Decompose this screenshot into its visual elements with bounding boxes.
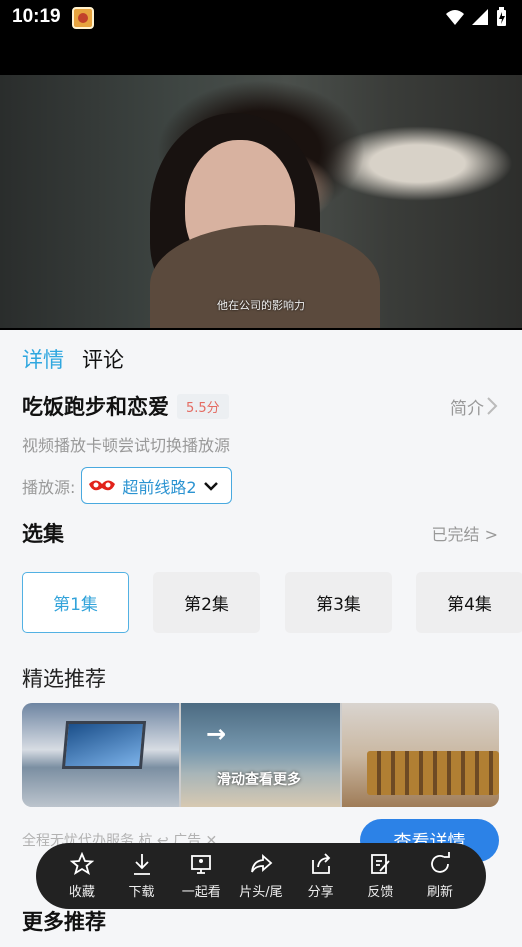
featured-banner[interactable]: 滑动查看更多 bbox=[22, 703, 499, 807]
swipe-more-text: 滑动查看更多 bbox=[217, 772, 301, 788]
watch-together-label: 一起看 bbox=[181, 885, 221, 900]
chevron-right-icon bbox=[487, 397, 498, 415]
episode-1-button[interactable]: 第1集 bbox=[22, 572, 129, 633]
mask-icon bbox=[89, 480, 116, 490]
score-badge: 5.5分 bbox=[177, 393, 229, 419]
signal-icon bbox=[472, 9, 488, 25]
share-icon bbox=[311, 853, 330, 874]
intro-outro-label: 片头/尾 bbox=[239, 885, 283, 900]
source-value: 超前线路2 bbox=[122, 477, 197, 497]
tab-comments[interactable]: 评论 bbox=[82, 344, 124, 374]
swipe-arrow-icon: → bbox=[206, 720, 227, 748]
status-time: 10:19 bbox=[12, 6, 61, 27]
banner-city-image[interactable] bbox=[181, 703, 340, 807]
watch-together-button[interactable]: 一起看 bbox=[175, 852, 227, 900]
episode-list[interactable]: 第1集 第2集 第3集 第4集 bbox=[22, 572, 522, 634]
source-row: 播放源: 超前线路2 bbox=[22, 467, 233, 504]
episodes-header: 选集 已完结 > bbox=[22, 518, 498, 548]
battery-charging-icon bbox=[497, 7, 506, 26]
intro-label: 简介 bbox=[450, 398, 484, 419]
feedback-label: 反馈 bbox=[367, 885, 394, 900]
episode-2-button[interactable]: 第2集 bbox=[153, 572, 260, 633]
watch-together-icon bbox=[191, 855, 212, 874]
feedback-icon bbox=[371, 854, 391, 874]
wifi-icon bbox=[446, 10, 464, 25]
download-label: 下载 bbox=[128, 885, 155, 900]
video-title: 吃饭跑步和恋爱 bbox=[22, 395, 169, 419]
refresh-button[interactable]: 刷新 bbox=[414, 852, 466, 900]
source-select[interactable]: 超前线路2 bbox=[81, 467, 233, 504]
favorite-label: 收藏 bbox=[68, 885, 95, 900]
favorite-button[interactable]: 收藏 bbox=[56, 852, 108, 900]
refresh-label: 刷新 bbox=[427, 885, 454, 900]
intro-link[interactable]: 简介 bbox=[450, 394, 498, 419]
share-arrow-icon bbox=[251, 854, 273, 873]
laptop-icon bbox=[61, 721, 147, 769]
share-label: 分享 bbox=[307, 885, 334, 900]
video-subtitle: 他在公司的影响力 bbox=[217, 299, 305, 312]
intro-outro-button[interactable]: 片头/尾 bbox=[235, 852, 287, 900]
detail-tabs: 详情 评论 bbox=[22, 344, 124, 374]
feedback-button[interactable]: 反馈 bbox=[354, 852, 406, 900]
chevron-down-icon bbox=[203, 481, 218, 491]
episode-3-button[interactable]: 第3集 bbox=[285, 572, 392, 633]
episodes-title: 选集 bbox=[22, 522, 64, 546]
playback-hint: 视频播放卡顿尝试切换播放源 bbox=[22, 436, 231, 455]
video-title-row: 吃饭跑步和恋爱 5.5分 简介 bbox=[22, 391, 498, 421]
cookie-app-icon bbox=[72, 7, 94, 29]
source-label: 播放源: bbox=[22, 477, 76, 497]
status-bar: 10:19 bbox=[0, 0, 522, 36]
download-icon bbox=[133, 854, 150, 875]
banner-abacus-image[interactable] bbox=[342, 703, 499, 807]
refresh-icon bbox=[431, 852, 450, 873]
episodes-status[interactable]: 已完结 > bbox=[432, 521, 499, 545]
status-icons bbox=[445, 7, 508, 27]
download-button[interactable]: 下载 bbox=[116, 852, 168, 900]
banner-laptop-image[interactable] bbox=[22, 703, 179, 807]
abacus-icon bbox=[367, 751, 499, 795]
video-frame[interactable]: 他在公司的影响力 bbox=[0, 75, 522, 328]
tab-details[interactable]: 详情 bbox=[22, 344, 64, 374]
star-icon bbox=[69, 852, 94, 875]
more-recommend-title: 更多推荐 bbox=[22, 910, 106, 934]
episode-4-button[interactable]: 第4集 bbox=[416, 572, 522, 633]
floating-toolbar: 收藏 下载 一起看 片头/尾 分享 反馈 刷新 bbox=[36, 843, 486, 909]
share-button[interactable]: 分享 bbox=[295, 852, 347, 900]
video-player[interactable]: 他在公司的影响力 bbox=[0, 36, 522, 330]
featured-recommend-title: 精选推荐 bbox=[22, 667, 106, 691]
